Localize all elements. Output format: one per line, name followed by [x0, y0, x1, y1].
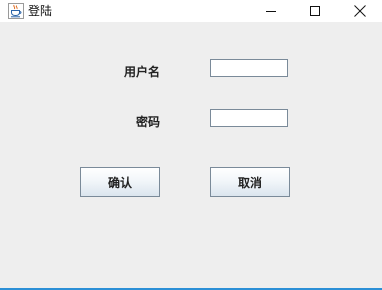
login-window: 登陆 用户名 密码 确认 取消 [0, 0, 382, 290]
maximize-icon [310, 6, 320, 16]
login-form: 用户名 密码 确认 取消 [0, 22, 382, 288]
maximize-button[interactable] [296, 0, 334, 22]
cancel-button[interactable]: 取消 [210, 167, 290, 197]
window-title: 登陆 [28, 4, 53, 18]
close-button[interactable] [341, 0, 379, 22]
password-field[interactable] [210, 109, 288, 127]
minimize-icon [266, 6, 276, 16]
minimize-button[interactable] [252, 0, 290, 22]
java-coffee-cup-icon [8, 3, 24, 19]
close-icon [354, 5, 366, 17]
username-field[interactable] [210, 59, 288, 77]
password-label: 密码 [135, 115, 160, 129]
confirm-button[interactable]: 确认 [80, 167, 160, 197]
username-label: 用户名 [123, 65, 160, 79]
title-bar[interactable]: 登陆 [0, 0, 382, 22]
